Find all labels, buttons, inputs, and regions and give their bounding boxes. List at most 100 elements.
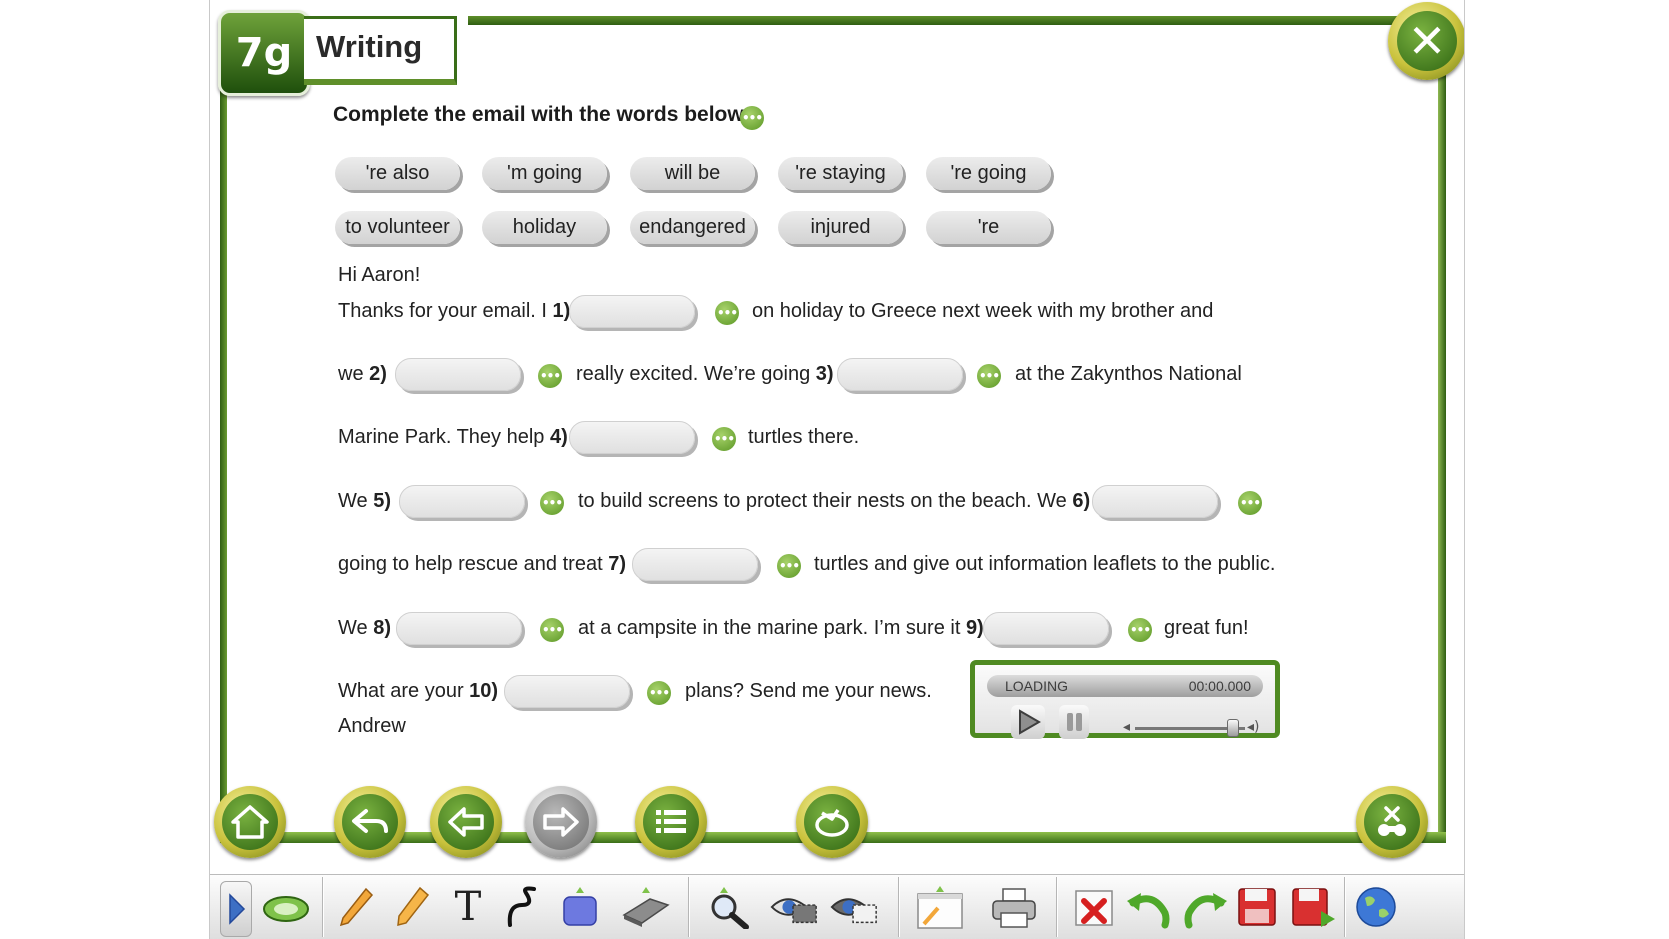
audio-dot-icon[interactable]: •••: [1238, 491, 1262, 515]
reload-button[interactable]: [796, 786, 868, 858]
email-text: on holiday to Greece next week with my b…: [752, 300, 1214, 322]
word-option[interactable]: 're also: [335, 157, 460, 190]
answer-gap-2[interactable]: [395, 358, 521, 391]
bottom-toolbar: T: [210, 874, 1464, 939]
answer-gap-10[interactable]: [504, 675, 630, 708]
email-text: plans? Send me your news.: [685, 680, 932, 702]
menu-icon: [656, 810, 686, 833]
audio-dot-icon[interactable]: •••: [647, 681, 671, 705]
audio-dot-icon[interactable]: •••: [740, 106, 764, 130]
globe-icon: [1356, 887, 1396, 927]
save-as-button[interactable]: [1288, 879, 1340, 935]
close-icon: ✕: [1397, 11, 1457, 71]
magnifier-tool-button[interactable]: [704, 879, 756, 935]
spotlight-icon: [770, 898, 817, 924]
magnifier-icon: [711, 887, 749, 929]
back-button[interactable]: [334, 786, 406, 858]
delete-button[interactable]: [1068, 879, 1120, 935]
email-text: at a campsite in the marine park. I’m su…: [578, 617, 984, 639]
highlighter-tool-button[interactable]: [386, 879, 438, 935]
audio-dot-icon[interactable]: •••: [712, 427, 736, 451]
audio-dot-icon[interactable]: •••: [1128, 618, 1152, 642]
pause-button[interactable]: [1059, 705, 1089, 739]
undo-button[interactable]: [1124, 879, 1176, 935]
redo-icon: [1184, 893, 1227, 929]
answer-gap-5[interactable]: [399, 485, 525, 518]
close-button[interactable]: ✕: [1388, 2, 1464, 80]
volume-high-icon: ◂): [1247, 719, 1260, 735]
instruction-text: Complete the email with the words below.: [333, 103, 749, 126]
back-icon: [352, 809, 388, 833]
highlighter-icon: [397, 886, 430, 926]
volume-slider-handle[interactable]: [1227, 719, 1239, 737]
tools-button[interactable]: [1356, 786, 1428, 858]
answer-gap-3[interactable]: [837, 358, 963, 391]
text-icon: T: [454, 884, 482, 930]
spotlight-tool-button[interactable]: [768, 879, 820, 935]
redo-button[interactable]: [1178, 879, 1230, 935]
audio-time: 00:00.000: [1188, 678, 1251, 694]
curve-icon: [507, 886, 536, 927]
eraser-icon: [622, 887, 670, 927]
answer-gap-8[interactable]: [396, 612, 522, 645]
eraser-tool-button[interactable]: [620, 879, 672, 935]
previous-button[interactable]: [430, 786, 502, 858]
word-option[interactable]: 're staying: [778, 157, 903, 190]
audio-dot-icon[interactable]: •••: [540, 618, 564, 642]
volume-low-icon: ◂: [1123, 719, 1131, 735]
reveal-tool-button[interactable]: [828, 879, 880, 935]
pencil-tool-button[interactable]: [330, 879, 382, 935]
email-text: We 5): [338, 490, 391, 512]
audio-dot-icon[interactable]: •••: [777, 554, 801, 578]
save-icon: [1238, 888, 1276, 926]
home-button[interactable]: [214, 786, 286, 858]
shape-tool-button[interactable]: [554, 879, 606, 935]
save-button[interactable]: [1232, 879, 1284, 935]
mouse-tool-button[interactable]: [260, 879, 312, 935]
word-option[interactable]: endangered: [630, 211, 755, 244]
audio-dot-icon[interactable]: •••: [977, 364, 1001, 388]
curve-tool-button[interactable]: [498, 879, 550, 935]
audio-progress-bar[interactable]: LOADING 00:00.000: [987, 675, 1263, 697]
word-option[interactable]: 're going: [926, 157, 1051, 190]
answer-gap-7[interactable]: [632, 548, 758, 581]
word-option[interactable]: to volunteer: [335, 211, 460, 244]
word-option[interactable]: holiday: [482, 211, 607, 244]
note-tool-button[interactable]: [914, 879, 966, 935]
email-text: What are your 10): [338, 680, 499, 702]
word-option[interactable]: injured: [778, 211, 903, 244]
app-window: 7g Writing ✕ Complete the email with the…: [209, 0, 1465, 939]
menu-button[interactable]: [635, 786, 707, 858]
word-option[interactable]: 're: [926, 211, 1051, 244]
tools-icon: [1378, 806, 1406, 836]
email-text: We 8): [338, 617, 391, 639]
home-icon: [231, 805, 269, 839]
web-button[interactable]: [1350, 879, 1402, 935]
email-text: great fun!: [1164, 617, 1249, 639]
answer-gap-9[interactable]: [983, 612, 1109, 645]
answer-gap-4[interactable]: [569, 421, 695, 454]
toolbar-toggle-button[interactable]: [220, 881, 252, 937]
email-text: going to help rescue and treat 7): [338, 553, 626, 575]
audio-dot-icon[interactable]: •••: [540, 491, 564, 515]
print-button[interactable]: [988, 879, 1040, 935]
page-title: Writing: [316, 29, 423, 64]
previous-icon: [448, 807, 484, 837]
frame-top-border: [468, 16, 1420, 25]
answer-gap-6[interactable]: [1092, 485, 1218, 518]
play-button[interactable]: [1011, 705, 1045, 739]
audio-dot-icon[interactable]: •••: [715, 301, 739, 325]
text-tool-button[interactable]: T: [442, 879, 494, 935]
word-option[interactable]: will be: [630, 157, 755, 190]
delete-icon: [1075, 890, 1113, 926]
note-icon: [917, 886, 963, 929]
answer-gap-1[interactable]: [569, 295, 695, 328]
email-text: Marine Park. They help 4): [338, 426, 568, 448]
arrow-icon: [229, 893, 246, 925]
audio-dot-icon[interactable]: •••: [538, 364, 562, 388]
audio-player: LOADING 00:00.000 ◂ ◂): [970, 660, 1280, 739]
word-option[interactable]: 'm going: [482, 157, 607, 190]
mouse-icon: [263, 896, 309, 922]
next-button[interactable]: [525, 786, 597, 858]
email-text: at the Zakynthos National: [1015, 363, 1242, 385]
